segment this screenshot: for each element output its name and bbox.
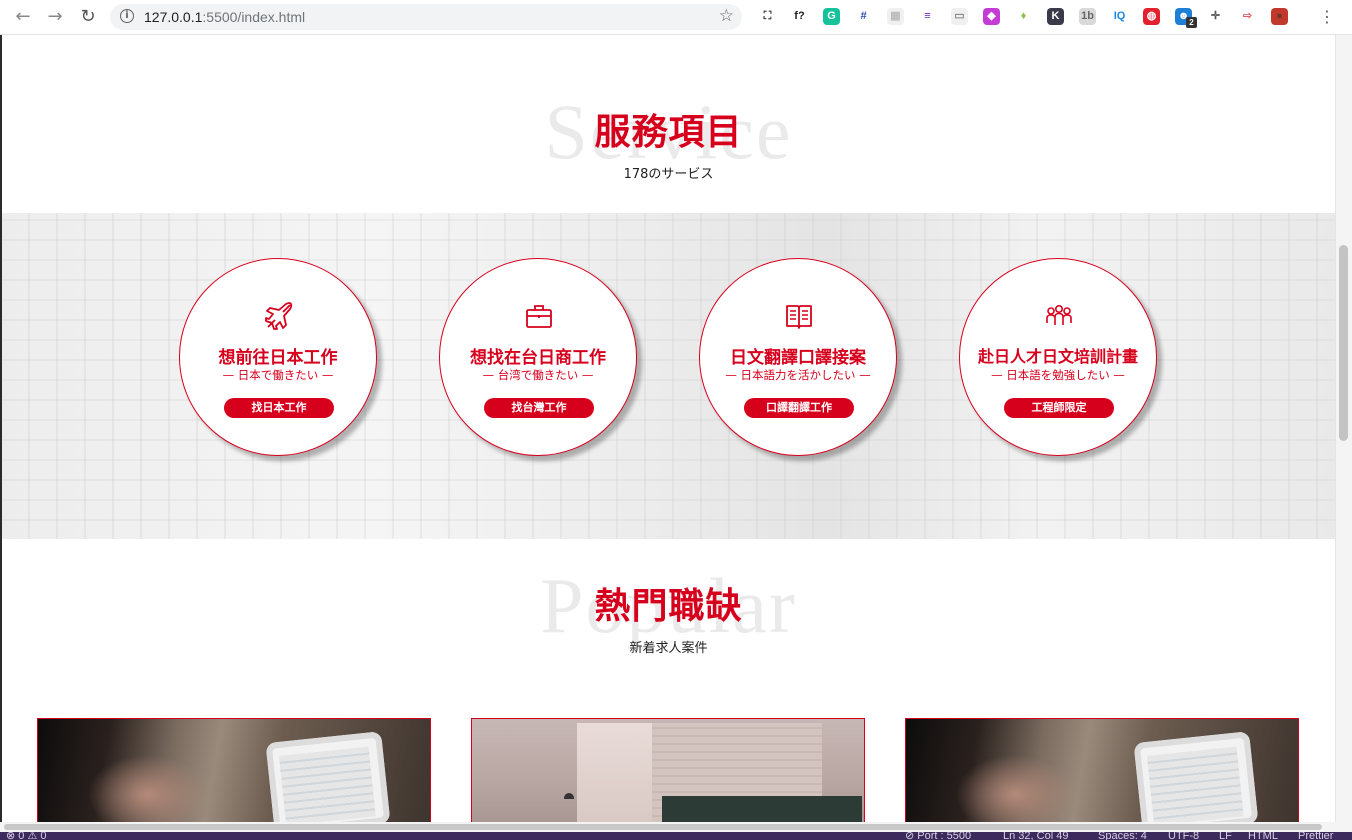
job-card-image[interactable] — [905, 718, 1299, 822]
vertical-scrollbar[interactable] — [1335, 35, 1352, 822]
window-photo — [577, 723, 652, 822]
line-ending[interactable]: LF — [1219, 832, 1232, 840]
grammarly-icon[interactable]: G — [823, 8, 840, 25]
popular-heading: Popular 熱門職缺 新着求人案件 — [2, 561, 1335, 661]
service-card-subtitle: — 台湾で働きたい — — [482, 368, 594, 382]
url-text[interactable]: 127.0.0.1:5500/index.html — [144, 9, 305, 25]
service-subtitle: 178のサービス — [623, 167, 714, 182]
address-bar[interactable]: i 127.0.0.1:5500/index.html ☆ — [110, 4, 742, 30]
color-picker-icon[interactable]: ◆ — [983, 8, 1000, 25]
problems-count[interactable]: ⊗ 0 ⚠ 0 — [6, 832, 46, 840]
bookmark-star-icon[interactable]: ☆ — [719, 6, 734, 26]
tablet-photo — [265, 731, 391, 822]
tablet-photo — [1133, 731, 1259, 822]
lamp-photo — [564, 793, 574, 799]
service-card-japan[interactable]: 想前往日本工作 — 日本で働きたい — 找日本工作 — [179, 258, 377, 456]
diamond-icon[interactable]: ♦ — [1015, 8, 1032, 25]
live-server-port[interactable]: ⊘ Port : 5500 — [905, 832, 971, 840]
menu-kebab-icon[interactable]: ⋮ — [1316, 6, 1338, 28]
service-card-translation[interactable]: 日文翻譯口譯接案 — 日本語力を活かしたい — 口譯翻譯工作 — [699, 258, 897, 456]
ghostery-icon[interactable]: ☻ 2 — [1175, 8, 1197, 28]
job-card-image[interactable] — [471, 718, 865, 822]
service-card-subtitle: — 日本語を勉強したい — — [991, 368, 1125, 382]
file-encoding[interactable]: UTF-8 — [1168, 832, 1199, 840]
1b-extension-icon[interactable]: 1b — [1079, 8, 1096, 25]
k-extension-icon[interactable]: K — [1047, 8, 1064, 25]
service-card-subtitle: — 日本語力を活かしたい — — [725, 368, 871, 382]
desk-photo — [662, 796, 862, 822]
window-resizer-icon[interactable]: ▭ — [951, 8, 968, 25]
service-card-title: 想前往日本工作 — [218, 348, 338, 368]
crop-icon[interactable]: # — [855, 8, 872, 25]
horizontal-scrollbar[interactable] — [0, 822, 1352, 832]
cursor-position[interactable]: Ln 32, Col 49 — [1003, 832, 1068, 840]
service-title: 服務項目 — [594, 112, 743, 153]
service-card-title: 想找在台日商工作 — [470, 348, 606, 368]
forward-icon[interactable]: → — [44, 6, 66, 28]
job-card-image[interactable] — [37, 718, 431, 822]
stylebot-icon[interactable]: ≡ — [919, 8, 936, 25]
briefcase-icon — [526, 305, 552, 328]
scroll-thumb[interactable] — [4, 824, 1322, 830]
find-taiwan-job-button[interactable]: 找台灣工作 — [484, 398, 594, 418]
iq-extension-icon[interactable]: IQ — [1111, 8, 1128, 25]
service-heading: Service 服務項目 178のサービス — [2, 87, 1335, 187]
ghostery-badge: 2 — [1186, 17, 1197, 28]
language-mode[interactable]: HTML — [1248, 832, 1278, 840]
page-ruler-icon[interactable]: ▦ — [887, 8, 904, 25]
service-card-subtitle: — 日本で働きたい — — [222, 368, 334, 382]
move-icon[interactable]: ✛ — [1207, 8, 1224, 25]
engineer-only-button[interactable]: 工程師限定 — [1004, 398, 1114, 418]
screenshot-icon[interactable]: ⛶ — [759, 8, 776, 25]
indent-spaces[interactable]: Spaces: 4 — [1098, 832, 1147, 840]
people-icon — [1046, 305, 1072, 325]
opera-vpn-icon[interactable]: ◍ — [1143, 8, 1160, 25]
reload-icon[interactable]: ↻ — [77, 6, 99, 28]
prettier-status[interactable]: Prettier — [1298, 832, 1333, 840]
airplane-icon — [265, 302, 293, 330]
service-card-training[interactable]: 赴日人才日文培訓計畫 — 日本語を勉強したい — 工程師限定 — [959, 258, 1157, 456]
service-card-title: 日文翻譯口譯接案 — [730, 348, 866, 368]
page-viewport: Service 服務項目 178のサービス 想前往日本工作 — 日本で働きたい … — [0, 35, 1335, 822]
back-icon[interactable]: ← — [12, 6, 34, 28]
service-card-title: 赴日人才日文培訓計畫 — [977, 347, 1138, 366]
site-info-icon[interactable]: i — [120, 9, 134, 23]
cast-icon[interactable]: ⇨ — [1239, 8, 1256, 25]
translation-job-button[interactable]: 口譯翻譯工作 — [744, 398, 854, 418]
book-icon — [786, 305, 812, 329]
find-japan-job-button[interactable]: 找日本工作 — [224, 398, 334, 418]
browser-toolbar: ← → ↻ i 127.0.0.1:5500/index.html ☆ ⛶ f? G… — [0, 0, 1352, 35]
font-finder-icon[interactable]: f? — [791, 8, 808, 25]
editor-status-bar: ⊗ 0 ⚠ 0 ⊘ Port : 5500 Ln 32, Col 49 Spac… — [0, 832, 1352, 840]
service-band: 想前往日本工作 — 日本で働きたい — 找日本工作 想找在台日商工作 — 台湾で… — [2, 213, 1335, 539]
service-card-taiwan[interactable]: 想找在台日商工作 — 台湾で働きたい — 找台灣工作 — [439, 258, 637, 456]
profile-avatar-icon[interactable]: ● — [1271, 8, 1288, 25]
popular-subtitle: 新着求人案件 — [629, 641, 708, 656]
scroll-thumb[interactable] — [1339, 245, 1348, 441]
popular-title: 熱門職缺 — [594, 586, 743, 627]
